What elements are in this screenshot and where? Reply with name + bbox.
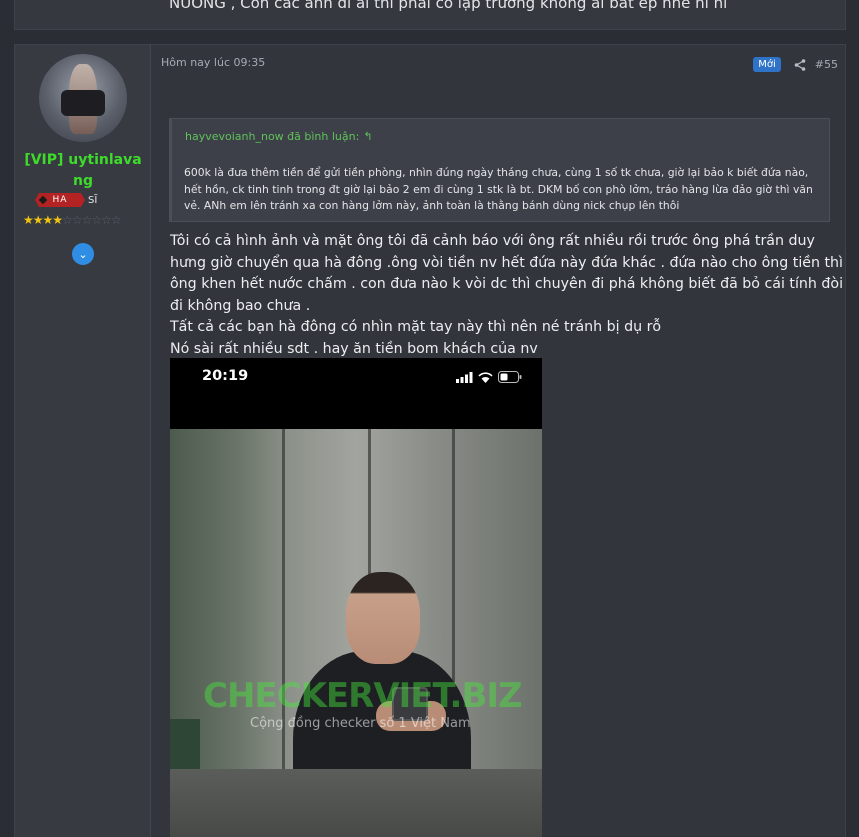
half-star-icon: ★ [52, 213, 63, 227]
message-line: Tôi có cả hình ảnh và mặt ông tôi đã cản… [170, 233, 844, 314]
phone-clock: 20:19 [202, 368, 249, 384]
previous-post-text: NUONG , Còn các anh đi ai thì phải có lậ… [169, 0, 728, 12]
rank-badge: HA [35, 193, 85, 207]
status-icons [456, 371, 522, 383]
post-message: Tôi có cả hình ảnh và mặt ông tôi đã cản… [170, 231, 850, 360]
share-icon[interactable] [793, 58, 807, 72]
quote-block: hayvevoianh_now đã bình luận: ↰ 600k là đ… [169, 118, 830, 222]
battery-icon [498, 371, 522, 383]
watermark-subtitle: Cộng đồng checker số 1 Việt Nam [250, 716, 471, 731]
user-info-column: [VIP] uytinlavang HA SĨ ★★★★☆☆☆☆☆☆ ⌄ [15, 45, 151, 837]
empty-star-icon: ☆☆☆☆☆☆ [62, 213, 122, 227]
message-line: Nó sài rất nhiều sdt . hay ăn tiền bom k… [170, 340, 538, 357]
post-header-actions: Mới #55 [753, 57, 838, 72]
quote-text: 600k là đưa thêm tiền để gửi tiền phòng,… [184, 166, 813, 213]
post-number-link[interactable]: #55 [815, 58, 838, 71]
watermark: CHECKERVIET.BIZ [203, 676, 523, 716]
chevron-down-icon: ⌄ [78, 247, 88, 261]
phone-status-bar: 20:19 [170, 358, 542, 429]
expand-user-info-button[interactable]: ⌄ [72, 243, 94, 265]
previous-post: NUONG , Còn các anh đi ai thì phải có lậ… [14, 0, 846, 30]
signal-icon [456, 371, 473, 383]
rank-label: SĨ [88, 194, 98, 206]
post-main: Hôm nay lúc 09:35 Mới #55 hayvevoianh_no… [161, 45, 845, 837]
avatar[interactable] [39, 54, 127, 142]
user-rank: HA SĨ [35, 192, 97, 208]
star-icon: ★★★ [23, 213, 53, 227]
forum-post: [VIP] uytinlavang HA SĨ ★★★★☆☆☆☆☆☆ ⌄ Hôm… [14, 44, 846, 837]
post-date[interactable]: Hôm nay lúc 09:35 [161, 56, 265, 69]
quote-author-label[interactable]: hayvevoianh_now đã bình luận: [185, 130, 359, 143]
rating-stars: ★★★★☆☆☆☆☆☆ [23, 213, 122, 227]
quote-author[interactable]: hayvevoianh_now đã bình luận: ↰ [185, 130, 373, 143]
message-line: Tất cả các bạn hà đông có nhìn mặt tay n… [170, 319, 662, 335]
new-badge: Mới [753, 57, 781, 72]
jump-to-quote-icon[interactable]: ↰ [363, 130, 372, 143]
attached-photo[interactable]: 20:19 CHECKERVIET.BIZ Cộng đồng checker … [170, 358, 542, 837]
photo-scene [170, 429, 542, 837]
rank-badge-label: HA [52, 195, 68, 205]
wifi-icon [478, 371, 493, 383]
username-link[interactable]: [VIP] uytinlavang [23, 150, 143, 192]
